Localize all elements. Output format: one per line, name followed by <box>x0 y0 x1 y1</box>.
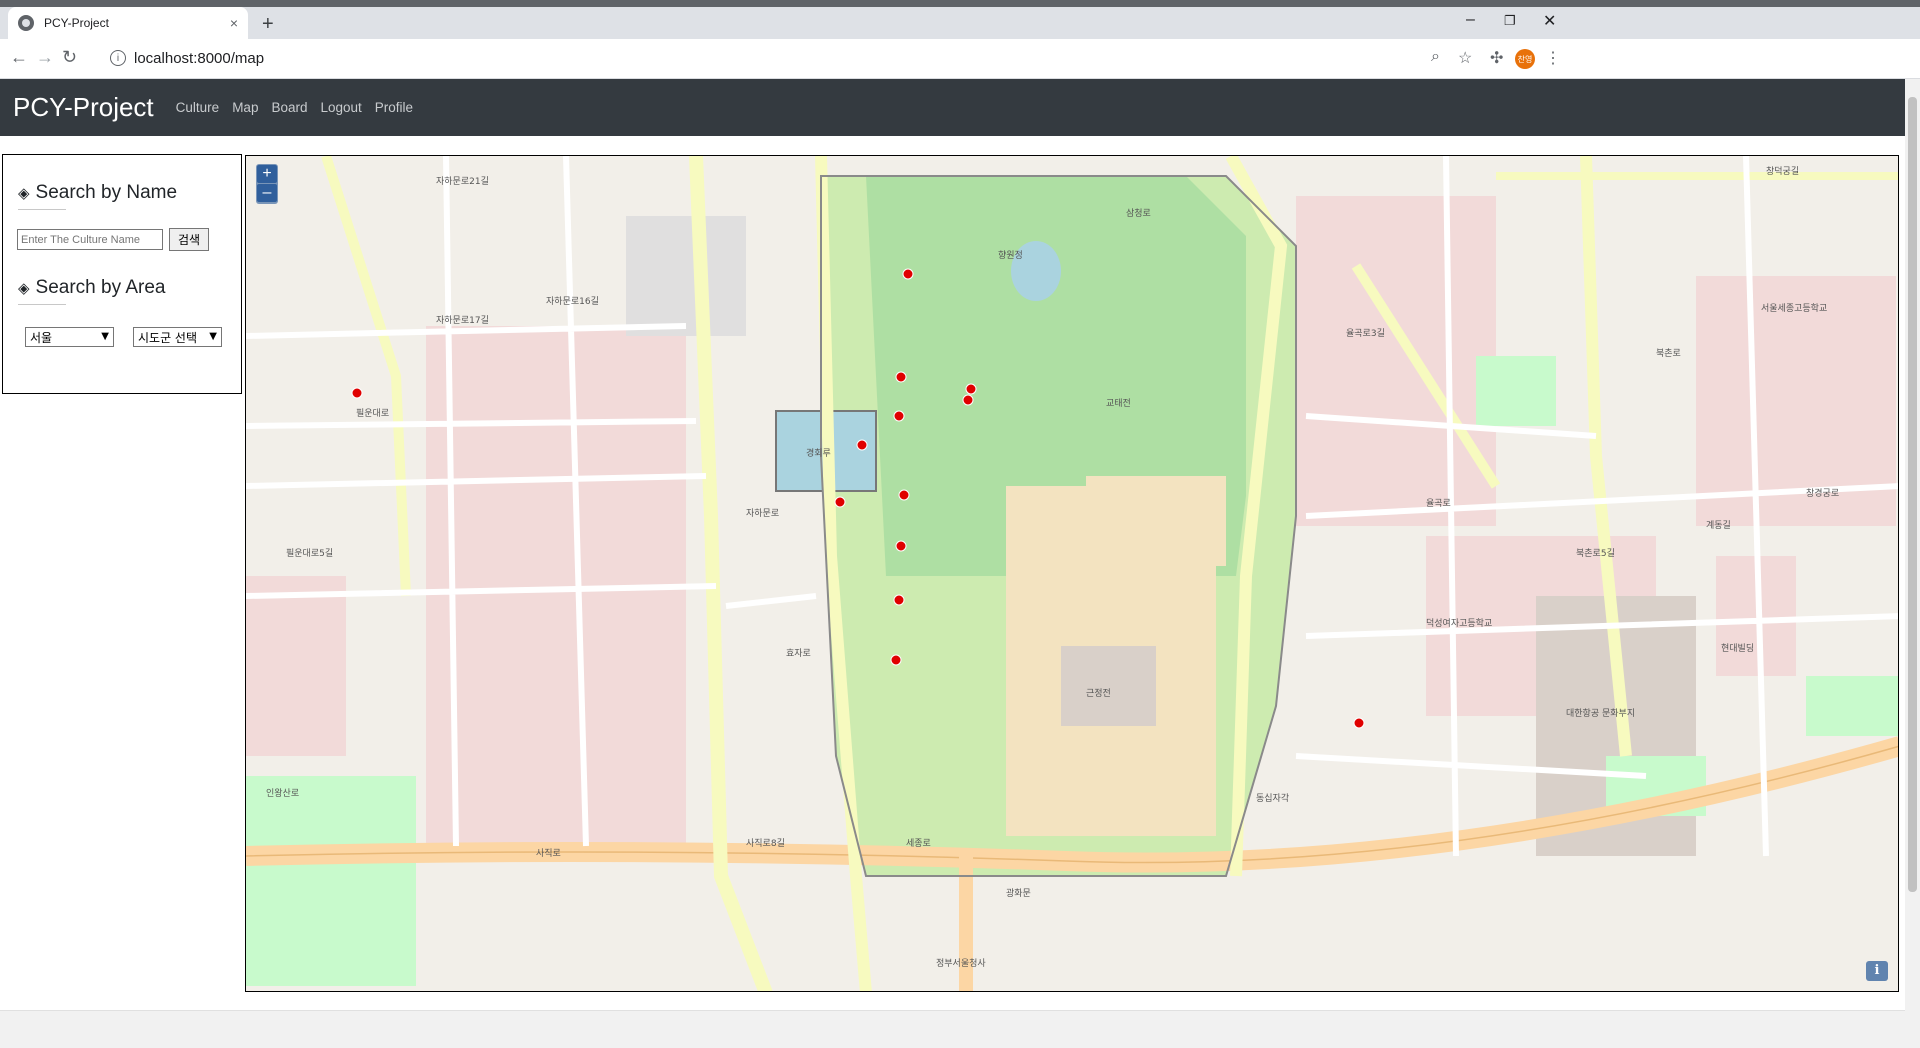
map-label: 경회루 <box>806 447 831 459</box>
tab-close-icon[interactable]: × <box>230 15 238 31</box>
map-label: 서울세종고등학교 <box>1761 303 1827 314</box>
search-by-name-heading: ◈ Search by Name <box>18 182 177 204</box>
map-container[interactable]: 자하문로21길 자하문로17길 자하문로16길 필운대로 사직로 율곡로 삼청로… <box>245 155 1899 992</box>
close-window-icon[interactable]: ✕ <box>1543 11 1556 31</box>
bookmark-star-icon[interactable]: ☆ <box>1458 48 1472 68</box>
culture-name-input[interactable] <box>17 229 163 250</box>
district-select[interactable]: 시도군 선택 ▼ <box>133 327 222 347</box>
extensions-icon[interactable]: ✣ <box>1490 48 1503 68</box>
heritage-marker[interactable] <box>890 654 902 666</box>
map-label: 자하문로17길 <box>436 315 489 326</box>
tab-bar: PCY-Project × + – ❐ ✕ <box>0 7 1920 39</box>
map-label: 인왕산로 <box>266 788 299 799</box>
forward-icon[interactable]: → <box>36 47 54 68</box>
site-navbar: PCY-Project Culture Map Board Logout Pro… <box>0 79 1905 136</box>
heritage-marker[interactable] <box>895 540 907 552</box>
nav-logout[interactable]: Logout <box>320 100 361 115</box>
map-label: 자하문로16길 <box>546 296 599 307</box>
map-label: 덕성여자고등학교 <box>1426 617 1492 629</box>
nav-profile[interactable]: Profile <box>375 100 413 115</box>
scrollbar-thumb[interactable] <box>1908 97 1917 892</box>
zoom-in-button[interactable]: + <box>257 165 277 183</box>
map-label: 필운대로 <box>356 407 389 419</box>
page-viewport: PCY-Project Culture Map Board Logout Pro… <box>0 79 1905 1048</box>
map-label: 현대빌딩 <box>1721 643 1754 654</box>
map-label: 사직로 <box>536 848 561 859</box>
search-by-area-title: Search by Area <box>35 277 166 298</box>
map-label: 사직로8길 <box>746 838 785 849</box>
diamond-icon: ◈ <box>18 185 30 202</box>
map-label: 자하문로 <box>746 508 779 519</box>
map-label: 자하문로21길 <box>436 176 489 187</box>
map-label: 광화문 <box>1006 887 1031 899</box>
heritage-marker[interactable] <box>898 489 910 501</box>
heritage-marker[interactable] <box>962 394 974 406</box>
site-info-icon[interactable]: i <box>110 50 126 66</box>
reload-icon[interactable]: ↻ <box>62 47 77 68</box>
map-tiles[interactable]: 자하문로21길 자하문로17길 자하문로16길 필운대로 사직로 율곡로 삼청로… <box>246 156 1899 992</box>
map-label: 삼청로 <box>1126 208 1151 219</box>
browser-toolbar: ← → ↻ i localhost:8000/map ⌕ ☆ ✣ ⋮ <box>0 39 1920 79</box>
heritage-marker[interactable] <box>902 268 914 280</box>
window-top-strip <box>0 0 1920 7</box>
url-text: localhost:8000/map <box>134 49 265 67</box>
chevron-down-icon: ▼ <box>101 331 109 342</box>
heritage-marker[interactable] <box>856 439 868 451</box>
heritage-marker[interactable] <box>895 371 907 383</box>
restore-icon[interactable]: ❐ <box>1504 13 1516 29</box>
map-label: 효자로 <box>786 648 811 659</box>
search-by-name-title: Search by Name <box>35 182 178 203</box>
heading-underline <box>18 304 66 305</box>
map-label: 창경궁로 <box>1806 487 1839 499</box>
brand-logo[interactable]: PCY-Project <box>13 92 154 123</box>
search-by-area-heading: ◈ Search by Area <box>18 277 165 299</box>
map-attribution-info-icon[interactable]: i <box>1866 961 1888 981</box>
nav-culture[interactable]: Culture <box>176 100 220 115</box>
chevron-down-icon: ▼ <box>209 331 217 342</box>
map-label: 교태전 <box>1106 398 1131 409</box>
map-label: 동십자각 <box>1256 792 1289 804</box>
map-label: 향원정 <box>998 249 1023 261</box>
zoom-icon[interactable]: ⌕ <box>1431 48 1440 66</box>
diamond-icon: ◈ <box>18 280 30 297</box>
map-label: 대한항공 문화부지 <box>1566 708 1635 719</box>
tab-title: PCY-Project <box>44 16 109 30</box>
minimize-icon[interactable]: – <box>1466 11 1475 29</box>
map-label: 필운대로5길 <box>286 547 333 559</box>
nav-board[interactable]: Board <box>271 100 307 115</box>
heritage-marker[interactable] <box>893 410 905 422</box>
page-footer <box>0 1010 1905 1048</box>
map-label: 근정전 <box>1086 688 1111 699</box>
district-selected: 시도군 선택 <box>138 330 198 345</box>
map-label: 북촌로 <box>1656 348 1681 359</box>
heritage-marker[interactable] <box>351 387 363 399</box>
map-label: 창덕궁길 <box>1766 166 1799 177</box>
globe-icon <box>18 15 34 31</box>
map-label: 계동길 <box>1706 519 1731 531</box>
map-label: 율곡로3길 <box>1346 328 1385 339</box>
map-label: 북촌로5길 <box>1576 548 1615 559</box>
heritage-marker[interactable] <box>1353 717 1365 729</box>
profile-avatar[interactable]: 찬영 <box>1515 49 1535 69</box>
heritage-marker[interactable] <box>834 496 846 508</box>
zoom-control: + – <box>256 164 278 204</box>
back-icon[interactable]: ← <box>10 47 28 68</box>
zoom-out-button[interactable]: – <box>257 184 277 202</box>
new-tab-icon[interactable]: + <box>262 13 274 36</box>
page-scrollbar[interactable] <box>1905 79 1920 1048</box>
nav-map[interactable]: Map <box>232 100 258 115</box>
map-label: 정부서울청사 <box>936 958 986 969</box>
search-panel: ◈ Search by Name 검색 ◈ Search by Area 서울 … <box>2 154 242 394</box>
heading-underline <box>18 209 66 210</box>
heritage-marker[interactable] <box>893 594 905 606</box>
search-button[interactable]: 검색 <box>169 228 209 251</box>
heritage-marker[interactable] <box>965 383 977 395</box>
browser-tab[interactable]: PCY-Project × <box>8 7 248 39</box>
map-label: 세종로 <box>906 838 931 849</box>
province-select[interactable]: 서울 ▼ <box>25 327 114 347</box>
province-selected: 서울 <box>30 330 53 345</box>
map-label: 율곡로 <box>1426 498 1451 509</box>
menu-kebab-icon[interactable]: ⋮ <box>1545 48 1561 68</box>
